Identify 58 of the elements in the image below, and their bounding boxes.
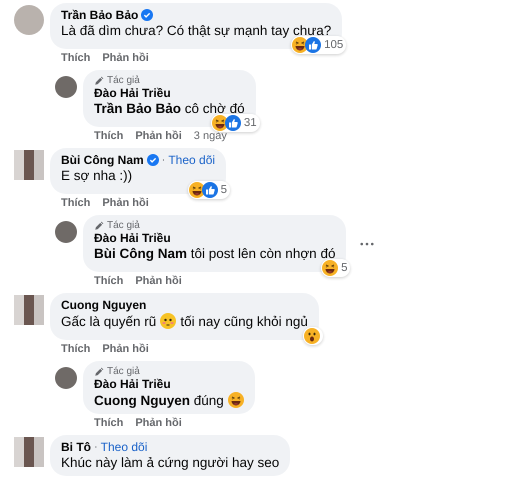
author-name[interactable]: Đào Hải Triều xyxy=(94,231,171,245)
laughing-emoji-icon xyxy=(188,182,205,198)
surprised-emoji-icon xyxy=(304,328,320,344)
action-link[interactable]: Thích xyxy=(61,197,90,209)
thumbs-up-icon xyxy=(202,182,218,198)
separator-dot: · xyxy=(94,441,98,453)
comment-text: Khúc này làm ả cứng người hay seo xyxy=(61,455,280,470)
action-link[interactable]: Phản hồi xyxy=(135,275,182,287)
action-link[interactable]: Phản hồi xyxy=(102,197,149,209)
avatar[interactable] xyxy=(55,367,77,389)
laughing-emoji-icon xyxy=(212,115,228,131)
action-link[interactable]: Thích xyxy=(61,52,90,64)
avatar-placeholder[interactable] xyxy=(14,150,44,180)
action-link[interactable]: Phản hồi xyxy=(135,130,182,142)
action-link[interactable]: Thích xyxy=(94,417,124,429)
follow-link[interactable]: Theo dõi xyxy=(168,153,216,167)
reaction-count[interactable]: 105 xyxy=(291,36,346,54)
author-name[interactable]: Bùi Công Nam xyxy=(61,153,144,167)
follow-link[interactable]: Theo dõi xyxy=(100,440,148,454)
action-link[interactable]: Thích xyxy=(94,275,124,287)
comment-text: Là đã dìm chưa? Có thật sự mạnh tay chưa? xyxy=(61,23,332,38)
comment-text: E sợ nha :)) xyxy=(61,168,132,183)
comment-text: Bùi Công Nam tôi post lên còn nhợn đó xyxy=(94,246,336,261)
thumbs-up-icon xyxy=(224,115,241,131)
pencil-icon xyxy=(94,76,104,86)
timestamp: 3 ngày xyxy=(194,130,227,142)
pencil-icon xyxy=(94,366,104,376)
laughing-emoji-icon xyxy=(228,392,244,408)
reaction-count[interactable]: 5 xyxy=(188,181,230,199)
action-link[interactable]: Thích xyxy=(61,343,90,355)
comment-text: Cuong Nguyen đúng xyxy=(94,392,224,408)
action-link[interactable]: Phản hồi xyxy=(102,52,149,64)
blushing-emoji-icon xyxy=(160,313,176,329)
action-link[interactable]: Thích xyxy=(94,130,124,142)
reaction-count[interactable] xyxy=(302,327,323,345)
author-label: Tác giả xyxy=(107,75,140,86)
comment-text: tối nay cũng khỏi ngủ xyxy=(180,314,308,328)
reaction-count[interactable]: 31 xyxy=(210,114,260,132)
avatar[interactable] xyxy=(55,76,77,98)
thumbs-up-icon xyxy=(305,37,322,53)
action-link[interactable]: Phản hồi xyxy=(102,343,149,355)
separator-dot: · xyxy=(162,154,166,166)
reaction-count[interactable]: 5 xyxy=(321,259,350,277)
pencil-icon xyxy=(94,220,104,230)
author-name[interactable]: Bi Tô xyxy=(61,440,91,454)
author-label: Tác giả xyxy=(107,366,140,377)
avatar-placeholder[interactable] xyxy=(14,437,44,467)
author-name[interactable]: Đào Hải Triều xyxy=(94,86,171,100)
comment-text: Gấc là quyến rũ xyxy=(61,314,156,328)
avatar[interactable] xyxy=(55,221,77,243)
author-label: Tác giả xyxy=(107,220,140,231)
avatar-placeholder[interactable] xyxy=(14,295,44,325)
author-name[interactable]: Cuong Nguyen xyxy=(61,298,146,312)
laughing-emoji-icon xyxy=(322,260,338,276)
action-link[interactable]: Phản hồi xyxy=(135,417,182,429)
author-name[interactable]: Đào Hải Triều xyxy=(94,377,171,391)
comment-text: Trần Bảo Bảo cô chờ đó xyxy=(94,101,245,116)
author-name[interactable]: Trần Bảo Bảo xyxy=(61,8,138,22)
